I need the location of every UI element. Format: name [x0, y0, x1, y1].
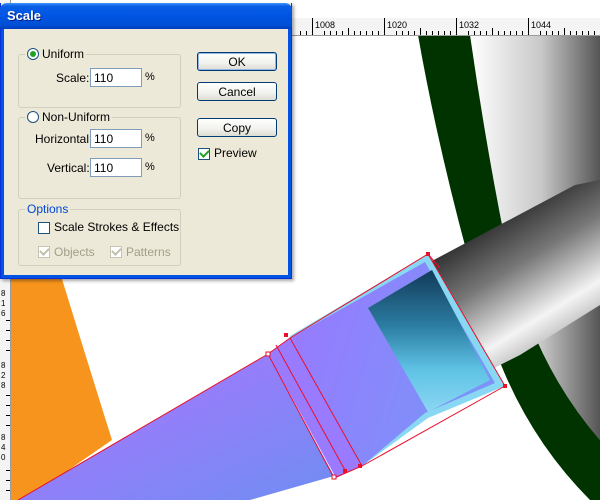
uniform-radio[interactable]: Uniform: [25, 47, 87, 61]
scale-strokes-label: Scale Strokes & Effects: [54, 220, 180, 234]
ok-button[interactable]: OK: [197, 52, 277, 71]
preview-label: Preview: [214, 146, 257, 160]
options-label: Options: [27, 202, 69, 216]
ruler-tick: [312, 18, 313, 35]
vertical-label: Vertical:: [47, 161, 90, 175]
ruler-label: 1020: [387, 20, 408, 30]
non-uniform-label: Non-Uniform: [42, 110, 111, 124]
ruler-label: 4: [1, 443, 6, 452]
preview-checkbox[interactable]: [198, 147, 210, 160]
dialog-title: Scale: [7, 8, 41, 23]
horizontal-unit: %: [145, 132, 155, 144]
patterns-label: Patterns: [126, 245, 171, 259]
ruler-label: 8: [1, 433, 6, 442]
uniform-radio-button[interactable]: [27, 48, 39, 60]
objects-label: Objects: [54, 245, 95, 259]
ruler-tick: [528, 18, 529, 35]
ruler-label: 2: [1, 371, 6, 380]
scale-strokes-checkbox[interactable]: [38, 222, 50, 234]
copy-button[interactable]: Copy: [197, 118, 277, 137]
ruler-label: 1032: [459, 20, 480, 30]
ruler-label: 8: [1, 361, 6, 370]
vertical-unit: %: [145, 161, 155, 173]
options-group: Options Scale Strokes & Effects Objects …: [18, 202, 181, 266]
patterns-checkbox[interactable]: [110, 245, 122, 258]
uniform-label: Uniform: [42, 47, 85, 61]
scale-dialog: Scale Uniform Scale: % Non-Uniform Horiz…: [0, 3, 292, 279]
ruler-label: 1008: [315, 20, 336, 30]
dialog-body: Uniform Scale: % Non-Uniform Horizontal:…: [1, 29, 291, 278]
scale-input[interactable]: [90, 68, 142, 87]
ruler-label: 1044: [531, 20, 552, 30]
horizontal-input[interactable]: [90, 129, 142, 148]
ruler-tick: [456, 18, 457, 35]
options-legend: Options: [25, 202, 71, 216]
dialog-titlebar[interactable]: Scale: [0, 3, 292, 29]
ruler-label: 1: [1, 299, 6, 308]
non-uniform-radio-button[interactable]: [27, 111, 39, 123]
vertical-input[interactable]: [90, 158, 142, 177]
ruler-label: 0: [1, 453, 6, 462]
ruler-label: 6: [1, 309, 6, 318]
cancel-button[interactable]: Cancel: [197, 82, 277, 101]
ruler-label: 8: [1, 289, 6, 298]
objects-checkbox[interactable]: [38, 245, 50, 258]
ruler-label: 8: [1, 381, 6, 390]
uniform-group: Uniform Scale: %: [18, 47, 181, 108]
scale-unit: %: [145, 71, 155, 83]
scale-label: Scale:: [56, 71, 90, 85]
non-uniform-group: Non-Uniform Horizontal: % Vertical: %: [18, 110, 181, 199]
horizontal-label: Horizontal:: [35, 132, 93, 146]
non-uniform-radio[interactable]: Non-Uniform: [25, 110, 113, 124]
ruler-tick: [384, 18, 385, 35]
